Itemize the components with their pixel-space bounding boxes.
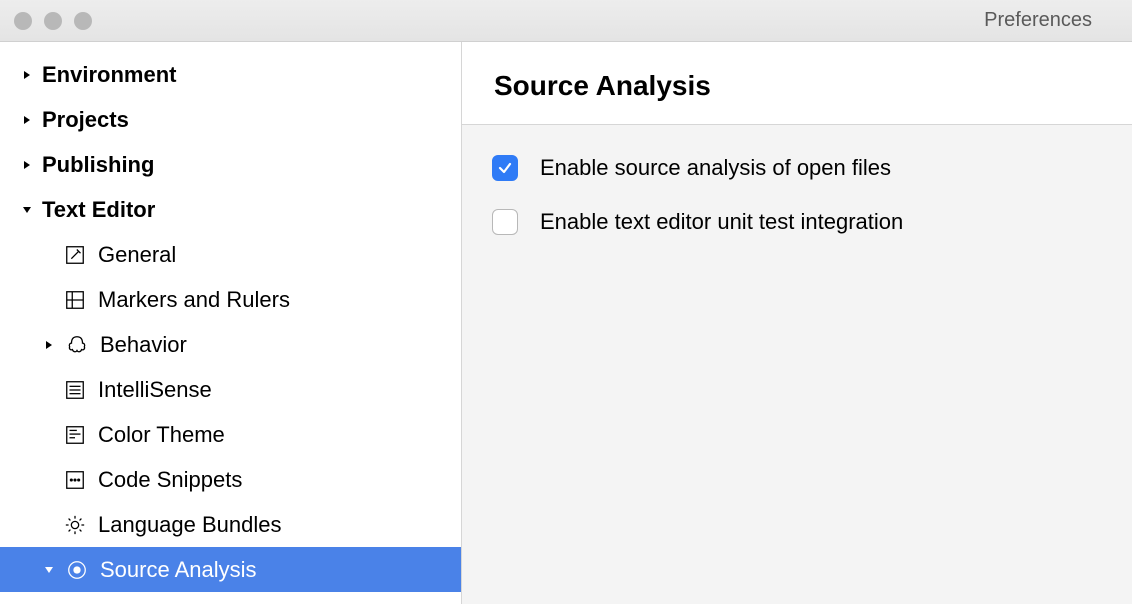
option-label: Enable source analysis of open files (540, 155, 891, 181)
sidebar-item-label: IntelliSense (98, 377, 212, 403)
sidebar: Environment Projects Publishing Text Edi… (0, 42, 462, 604)
window-title: Preferences (984, 9, 1092, 32)
brain-icon (64, 332, 90, 358)
ruler-icon (62, 287, 88, 313)
sidebar-item-label: Text Editor (42, 197, 155, 223)
sidebar-item-language-bundles[interactable]: Language Bundles (0, 502, 461, 547)
sidebar-item-general[interactable]: General (0, 232, 461, 277)
sidebar-item-color-theme[interactable]: Color Theme (0, 412, 461, 457)
main-panel: Source Analysis Enable source analysis o… (462, 42, 1132, 604)
sidebar-item-label: Source Analysis (100, 557, 257, 583)
checkbox-enable-unit-test-integration[interactable] (492, 209, 518, 235)
sidebar-item-intellisense[interactable]: IntelliSense (0, 367, 461, 412)
caret-right-icon (40, 340, 58, 350)
sidebar-item-environment[interactable]: Environment (0, 52, 461, 97)
caret-down-icon (40, 565, 58, 575)
sidebar-item-projects[interactable]: Projects (0, 97, 461, 142)
sidebar-item-code-snippets[interactable]: Code Snippets (0, 457, 461, 502)
list-icon (62, 377, 88, 403)
sidebar-item-label: Color Theme (98, 422, 225, 448)
sidebar-item-label: Projects (42, 107, 129, 133)
sidebar-item-text-editor[interactable]: Text Editor (0, 187, 461, 232)
caret-down-icon (18, 205, 36, 215)
main-body: Enable source analysis of open files Ena… (462, 125, 1132, 293)
pencil-icon (62, 242, 88, 268)
sidebar-item-label: Publishing (42, 152, 154, 178)
theme-icon (62, 422, 88, 448)
sidebar-item-label: Language Bundles (98, 512, 282, 538)
zoom-window-button[interactable] (74, 12, 92, 30)
snippet-icon (62, 467, 88, 493)
main-header: Source Analysis (462, 42, 1132, 125)
option-label: Enable text editor unit test integration (540, 209, 903, 235)
gear-icon (62, 512, 88, 538)
check-icon (497, 160, 513, 176)
caret-right-icon (18, 70, 36, 80)
sidebar-item-behavior[interactable]: Behavior (0, 322, 461, 367)
sidebar-item-label: Behavior (100, 332, 187, 358)
checkbox-enable-source-analysis[interactable] (492, 155, 518, 181)
option-enable-source-analysis: Enable source analysis of open files (492, 155, 1102, 181)
sidebar-item-source-analysis[interactable]: Source Analysis (0, 547, 461, 592)
option-enable-unit-test-integration: Enable text editor unit test integration (492, 209, 1102, 235)
sidebar-item-label: Environment (42, 62, 176, 88)
close-window-button[interactable] (14, 12, 32, 30)
caret-right-icon (18, 160, 36, 170)
minimize-window-button[interactable] (44, 12, 62, 30)
sidebar-item-label: Code Snippets (98, 467, 242, 493)
target-icon (64, 557, 90, 583)
sidebar-item-label: Markers and Rulers (98, 287, 290, 313)
titlebar: Preferences (0, 0, 1132, 42)
window-controls (14, 12, 92, 30)
sidebar-item-publishing[interactable]: Publishing (0, 142, 461, 187)
page-title: Source Analysis (494, 70, 1100, 102)
caret-right-icon (18, 115, 36, 125)
sidebar-item-markers-rulers[interactable]: Markers and Rulers (0, 277, 461, 322)
sidebar-item-label: General (98, 242, 176, 268)
content: Environment Projects Publishing Text Edi… (0, 42, 1132, 604)
